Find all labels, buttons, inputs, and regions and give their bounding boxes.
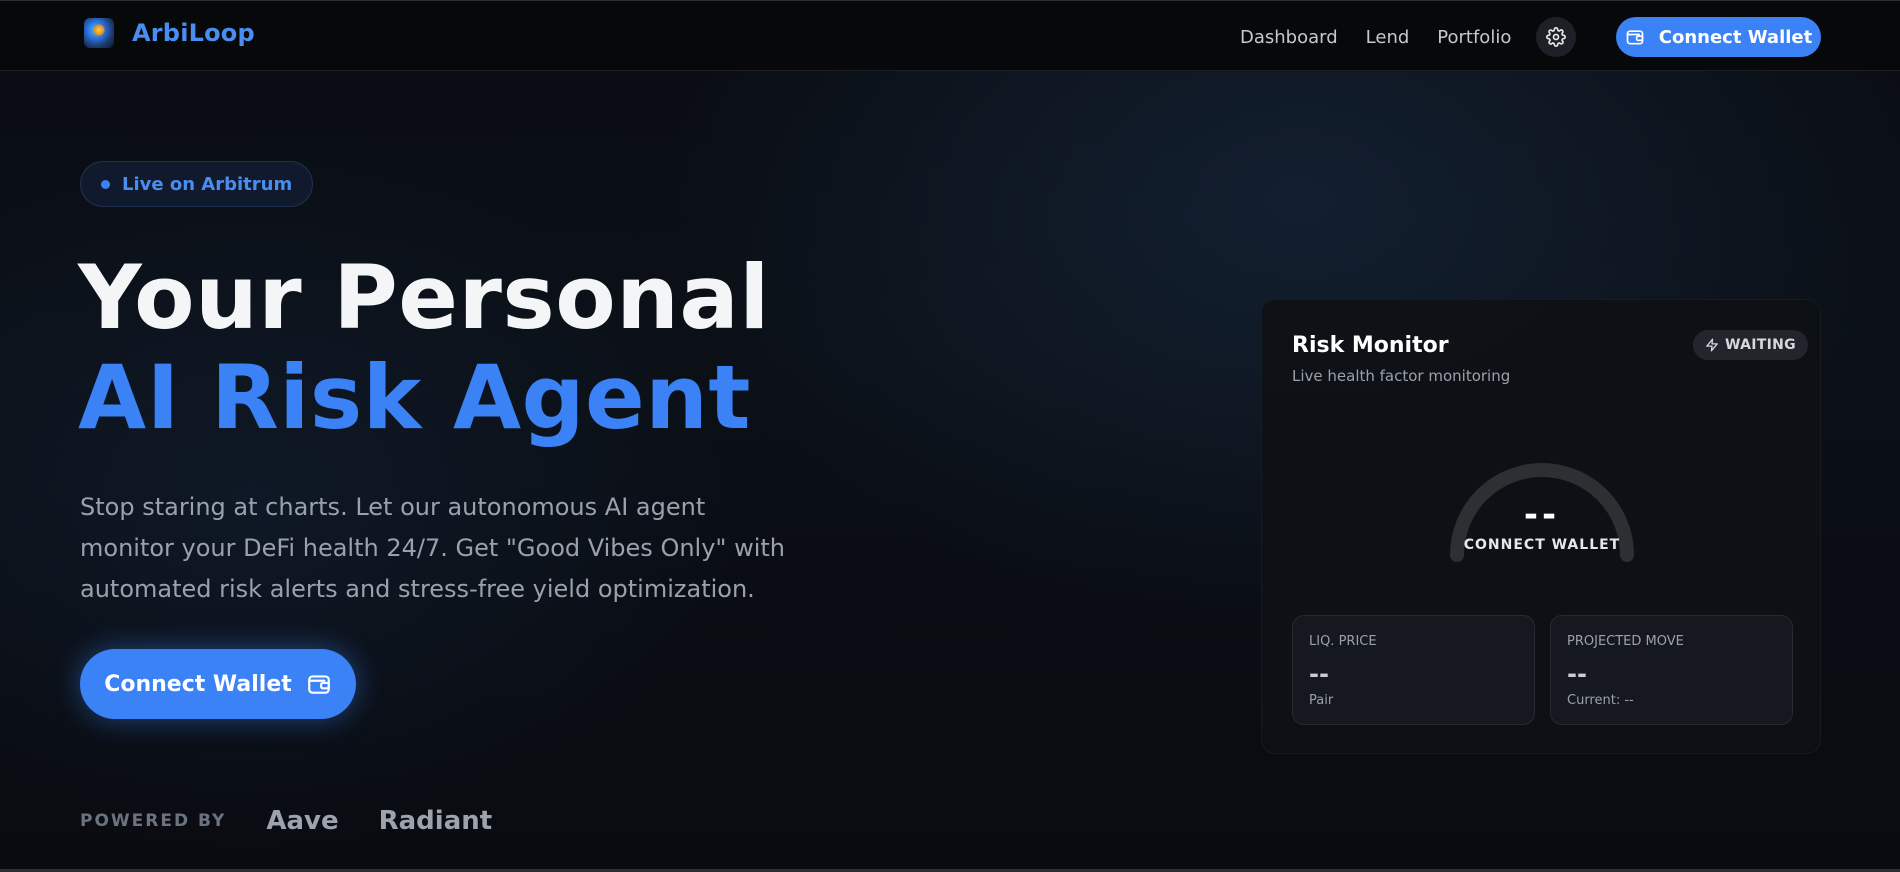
projected-move-box: PROJECTED MOVE -- Current: -- [1550,615,1793,725]
live-dot-icon [101,179,110,189]
nav-connect-wallet-button[interactable]: Connect Wallet [1616,17,1821,57]
powered-by-label: POWERED BY [80,811,227,831]
page: ArbiLoop Dashboard Lend Portfolio Connec… [0,0,1900,872]
live-status-badge: Live on Arbitrum [80,161,314,207]
hero-title-line2: AI Risk Agent [78,346,751,449]
settings-button[interactable] [1536,17,1576,57]
nav-connect-label: Connect Wallet [1658,26,1813,48]
hero-title-line1: Your Personal [78,246,770,349]
liq-price-value: -- [1309,660,1329,688]
wallet-icon [1626,30,1644,45]
nav-link-dashboard[interactable]: Dashboard [1240,27,1338,48]
partner-radiant: Radiant [378,806,493,836]
risk-monitor-subtitle: Live health factor monitoring [1292,367,1511,385]
partner-aave: Aave [266,806,339,836]
brand-name: ArbiLoop [132,19,255,47]
projected-move-current: Current: -- [1567,693,1634,708]
hero-connect-wallet-button[interactable]: Connect Wallet [80,649,356,719]
wallet-icon [307,675,330,694]
projected-move-value: -- [1567,660,1587,688]
hero-connect-label: Connect Wallet [104,671,292,697]
liq-price-box: LIQ. PRICE -- Pair [1292,615,1535,725]
status-badge: WAITING [1693,330,1808,360]
risk-monitor-title: Risk Monitor [1292,333,1449,358]
gear-icon [1546,27,1566,47]
nav-link-lend[interactable]: Lend [1366,27,1410,48]
gauge-label: CONNECT WALLET [1463,537,1621,553]
live-status-label: Live on Arbitrum [122,173,293,195]
top-navbar: ArbiLoop Dashboard Lend Portfolio Connec… [0,0,1900,71]
risk-monitor-card: Risk Monitor Live health factor monitori… [1261,299,1821,754]
hero-description: Stop staring at charts. Let our autonomo… [80,493,785,603]
liq-price-pair: Pair [1309,693,1334,708]
arbiloop-logo [84,18,114,48]
lightning-icon [1706,338,1718,352]
projected-move-label: PROJECTED MOVE [1567,634,1684,649]
gauge-value: -- [1523,495,1561,535]
nav-links: Dashboard Lend Portfolio [1240,27,1511,48]
powered-by-row: POWERED BY Aave Radiant [80,806,492,836]
liq-price-label: LIQ. PRICE [1309,634,1377,649]
nav-link-portfolio[interactable]: Portfolio [1437,27,1511,48]
brand[interactable]: ArbiLoop [84,18,255,48]
status-label: WAITING [1725,337,1796,353]
